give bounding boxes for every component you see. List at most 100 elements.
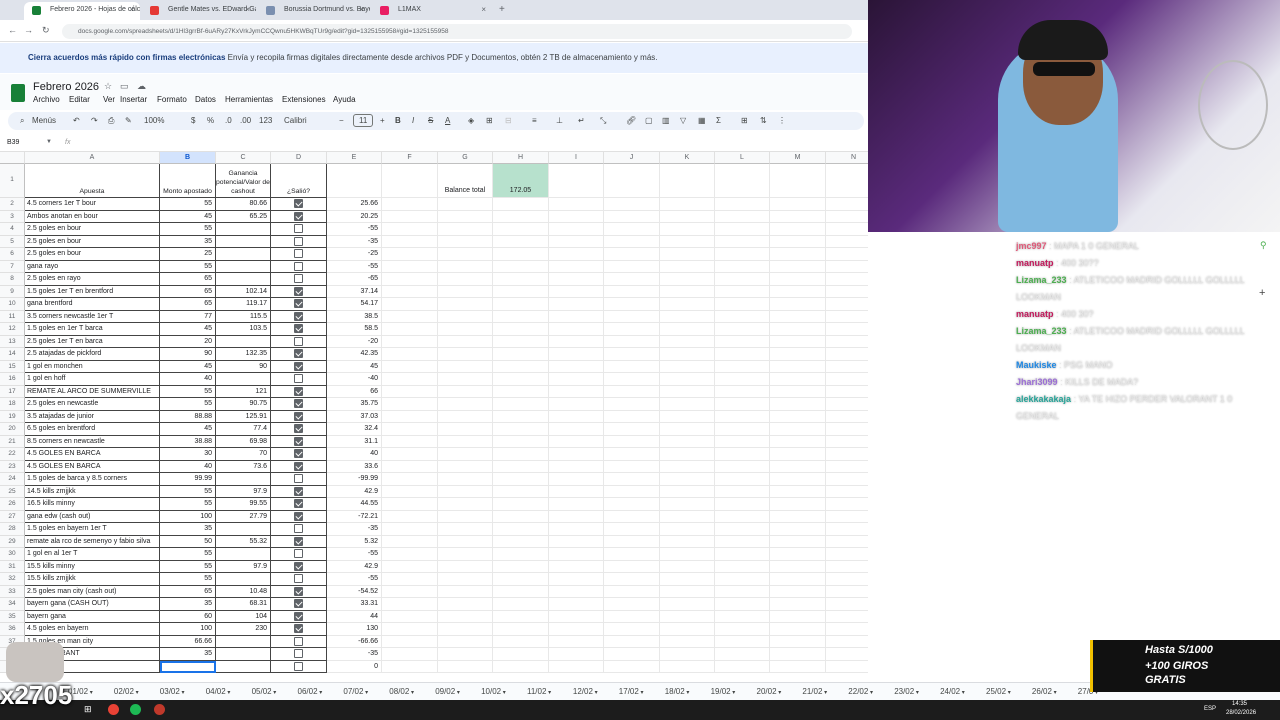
cell[interactable] xyxy=(826,511,868,523)
cell[interactable] xyxy=(549,311,604,323)
cell[interactable] xyxy=(438,386,493,398)
cell[interactable] xyxy=(660,598,715,611)
cell-salio[interactable] xyxy=(271,261,327,273)
cell[interactable] xyxy=(549,636,604,648)
cell-ganancia[interactable] xyxy=(216,248,271,261)
cell[interactable] xyxy=(770,373,826,386)
cell-resultado[interactable]: 44 xyxy=(327,611,382,623)
row-header[interactable]: 3 xyxy=(0,211,25,223)
cell-resultado[interactable]: -55 xyxy=(327,223,382,236)
sheet-tab-dropdown-icon[interactable]: ▾ xyxy=(409,690,414,696)
clock-time[interactable]: 14:35 xyxy=(1232,701,1247,707)
cell-monto[interactable]: 65 xyxy=(160,586,216,598)
row-header[interactable]: 27 xyxy=(0,511,25,523)
row-header[interactable]: 12 xyxy=(0,323,25,336)
sheet-tab[interactable]: 25/02 ▾ xyxy=(986,687,1011,696)
cell-salio[interactable] xyxy=(271,461,327,473)
cell[interactable] xyxy=(715,386,770,398)
cell[interactable] xyxy=(493,261,549,273)
cell[interactable] xyxy=(770,661,826,673)
cell[interactable] xyxy=(715,164,770,198)
cell[interactable] xyxy=(438,436,493,448)
cell[interactable] xyxy=(660,511,715,523)
sheet-tab-dropdown-icon[interactable]: ▾ xyxy=(960,690,965,696)
cell[interactable] xyxy=(826,361,868,373)
cell-apuesta[interactable]: 2.5 goles en rayo xyxy=(25,273,160,286)
checkbox[interactable] xyxy=(294,249,303,258)
cell[interactable] xyxy=(438,448,493,461)
row-header[interactable]: 10 xyxy=(0,298,25,311)
cell[interactable] xyxy=(493,561,549,573)
cell-resultado[interactable]: -35 xyxy=(327,523,382,536)
cell[interactable] xyxy=(604,386,660,398)
cell[interactable] xyxy=(826,411,868,423)
cell[interactable] xyxy=(438,373,493,386)
cell[interactable] xyxy=(660,198,715,211)
cell[interactable] xyxy=(660,436,715,448)
cell[interactable] xyxy=(604,298,660,311)
checkbox[interactable] xyxy=(294,312,303,321)
cell[interactable] xyxy=(604,348,660,361)
cell-monto[interactable]: 60 xyxy=(160,611,216,623)
cell[interactable] xyxy=(715,248,770,261)
cell-apuesta[interactable]: 8.5 corners en newcastle xyxy=(25,436,160,448)
insert-comment-icon[interactable]: ▢ xyxy=(645,116,653,125)
row-header[interactable]: 13 xyxy=(0,336,25,348)
cell-salio[interactable] xyxy=(271,373,327,386)
menu-item[interactable]: Formato xyxy=(157,95,187,104)
reload-icon[interactable]: ↻ xyxy=(42,25,50,36)
sheet-tab[interactable]: 03/02 ▾ xyxy=(160,687,185,696)
cell-salio[interactable] xyxy=(271,636,327,648)
cell[interactable] xyxy=(438,498,493,511)
cell-apuesta[interactable]: 6.5 goles en brentford xyxy=(25,423,160,436)
cell[interactable] xyxy=(770,423,826,436)
cell-monto[interactable]: 65 xyxy=(160,286,216,298)
cell-apuesta[interactable]: 1 gol en hoff xyxy=(25,373,160,386)
sheet-tab-dropdown-icon[interactable]: ▾ xyxy=(318,690,322,696)
sheet-tab-dropdown-icon[interactable]: ▾ xyxy=(501,690,506,696)
cell-salio[interactable] xyxy=(271,623,327,636)
cell[interactable] xyxy=(493,298,549,311)
cell-apuesta[interactable]: 2.5 goles en bour xyxy=(25,223,160,236)
cell[interactable] xyxy=(382,511,438,523)
cell[interactable] xyxy=(382,536,438,548)
cell-ganancia[interactable]: 27.79 xyxy=(216,511,271,523)
cell[interactable] xyxy=(826,561,868,573)
cell[interactable] xyxy=(826,164,868,198)
column-header[interactable]: A xyxy=(25,152,160,164)
cell[interactable] xyxy=(549,164,604,198)
cell[interactable] xyxy=(715,361,770,373)
cell[interactable] xyxy=(604,436,660,448)
cell[interactable] xyxy=(604,636,660,648)
cell-salio[interactable] xyxy=(271,298,327,311)
cell[interactable] xyxy=(660,298,715,311)
cell-ganancia[interactable]: 121 xyxy=(216,386,271,398)
row-header[interactable]: 19 xyxy=(0,411,25,423)
cell[interactable] xyxy=(715,498,770,511)
cell[interactable] xyxy=(604,261,660,273)
align-vertical-icon[interactable]: ⊥ xyxy=(556,116,563,125)
column-header[interactable]: L xyxy=(715,152,770,164)
cell[interactable] xyxy=(660,248,715,261)
cell[interactable] xyxy=(382,448,438,461)
cell-ganancia[interactable]: 69.98 xyxy=(216,436,271,448)
row-header[interactable]: 9 xyxy=(0,286,25,298)
checkbox[interactable] xyxy=(294,199,303,208)
sheet-tab[interactable]: 18/02 ▾ xyxy=(665,687,690,696)
cell[interactable] xyxy=(770,286,826,298)
cell[interactable] xyxy=(382,164,438,198)
cell[interactable] xyxy=(493,236,549,248)
cell[interactable] xyxy=(826,573,868,586)
checkbox[interactable] xyxy=(294,574,303,583)
checkbox[interactable] xyxy=(294,224,303,233)
cell[interactable] xyxy=(549,198,604,211)
cell-monto[interactable]: 55 xyxy=(160,486,216,498)
row-header[interactable]: 4 xyxy=(0,223,25,236)
cell[interactable] xyxy=(660,473,715,486)
sheet-tab-dropdown-icon[interactable]: ▾ xyxy=(822,690,827,696)
cell[interactable] xyxy=(438,536,493,548)
row-header[interactable]: 8 xyxy=(0,273,25,286)
cell-ganancia[interactable] xyxy=(216,523,271,536)
select-all-corner[interactable] xyxy=(0,152,25,164)
input-language[interactable]: ESP xyxy=(1204,706,1216,712)
